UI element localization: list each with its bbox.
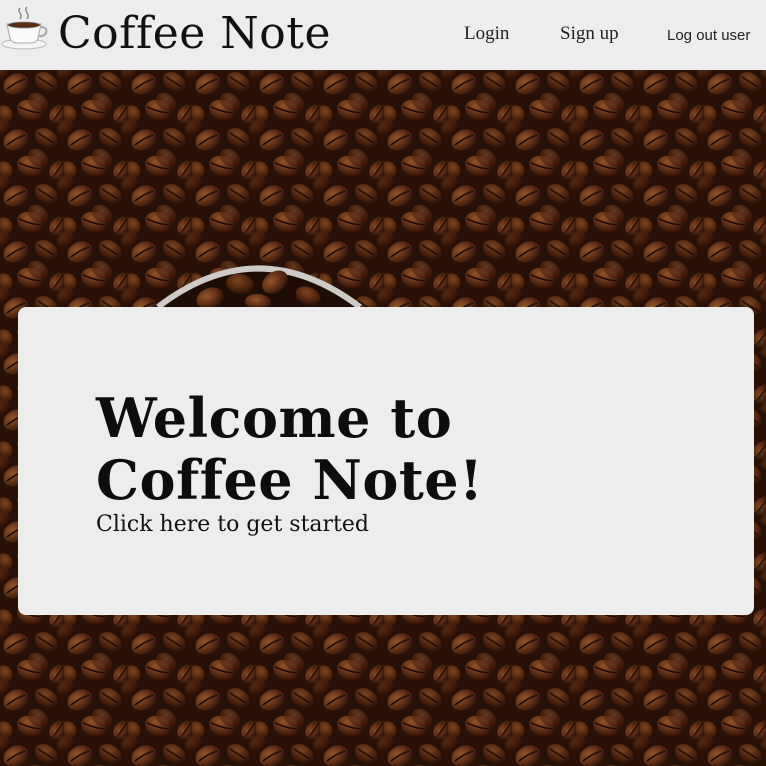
signup-link[interactable]: Sign up — [560, 22, 619, 46]
brand-title[interactable]: Coffee Note — [58, 6, 331, 62]
get-started-link[interactable]: Click here to get started — [96, 511, 369, 539]
top-navigation-bar: Coffee Note Login Sign up Log out user — [0, 0, 766, 70]
welcome-heading: Welcome to Coffee Note! — [96, 387, 483, 511]
welcome-heading-line2: Coffee Note! — [96, 448, 484, 512]
coffee-cup-icon — [1, 6, 48, 50]
welcome-heading-line1: Welcome to — [96, 386, 453, 450]
welcome-card: Welcome to Coffee Note! Click here to ge… — [18, 307, 754, 615]
logout-link[interactable]: Log out user — [667, 24, 750, 48]
login-link[interactable]: Login — [464, 22, 509, 46]
